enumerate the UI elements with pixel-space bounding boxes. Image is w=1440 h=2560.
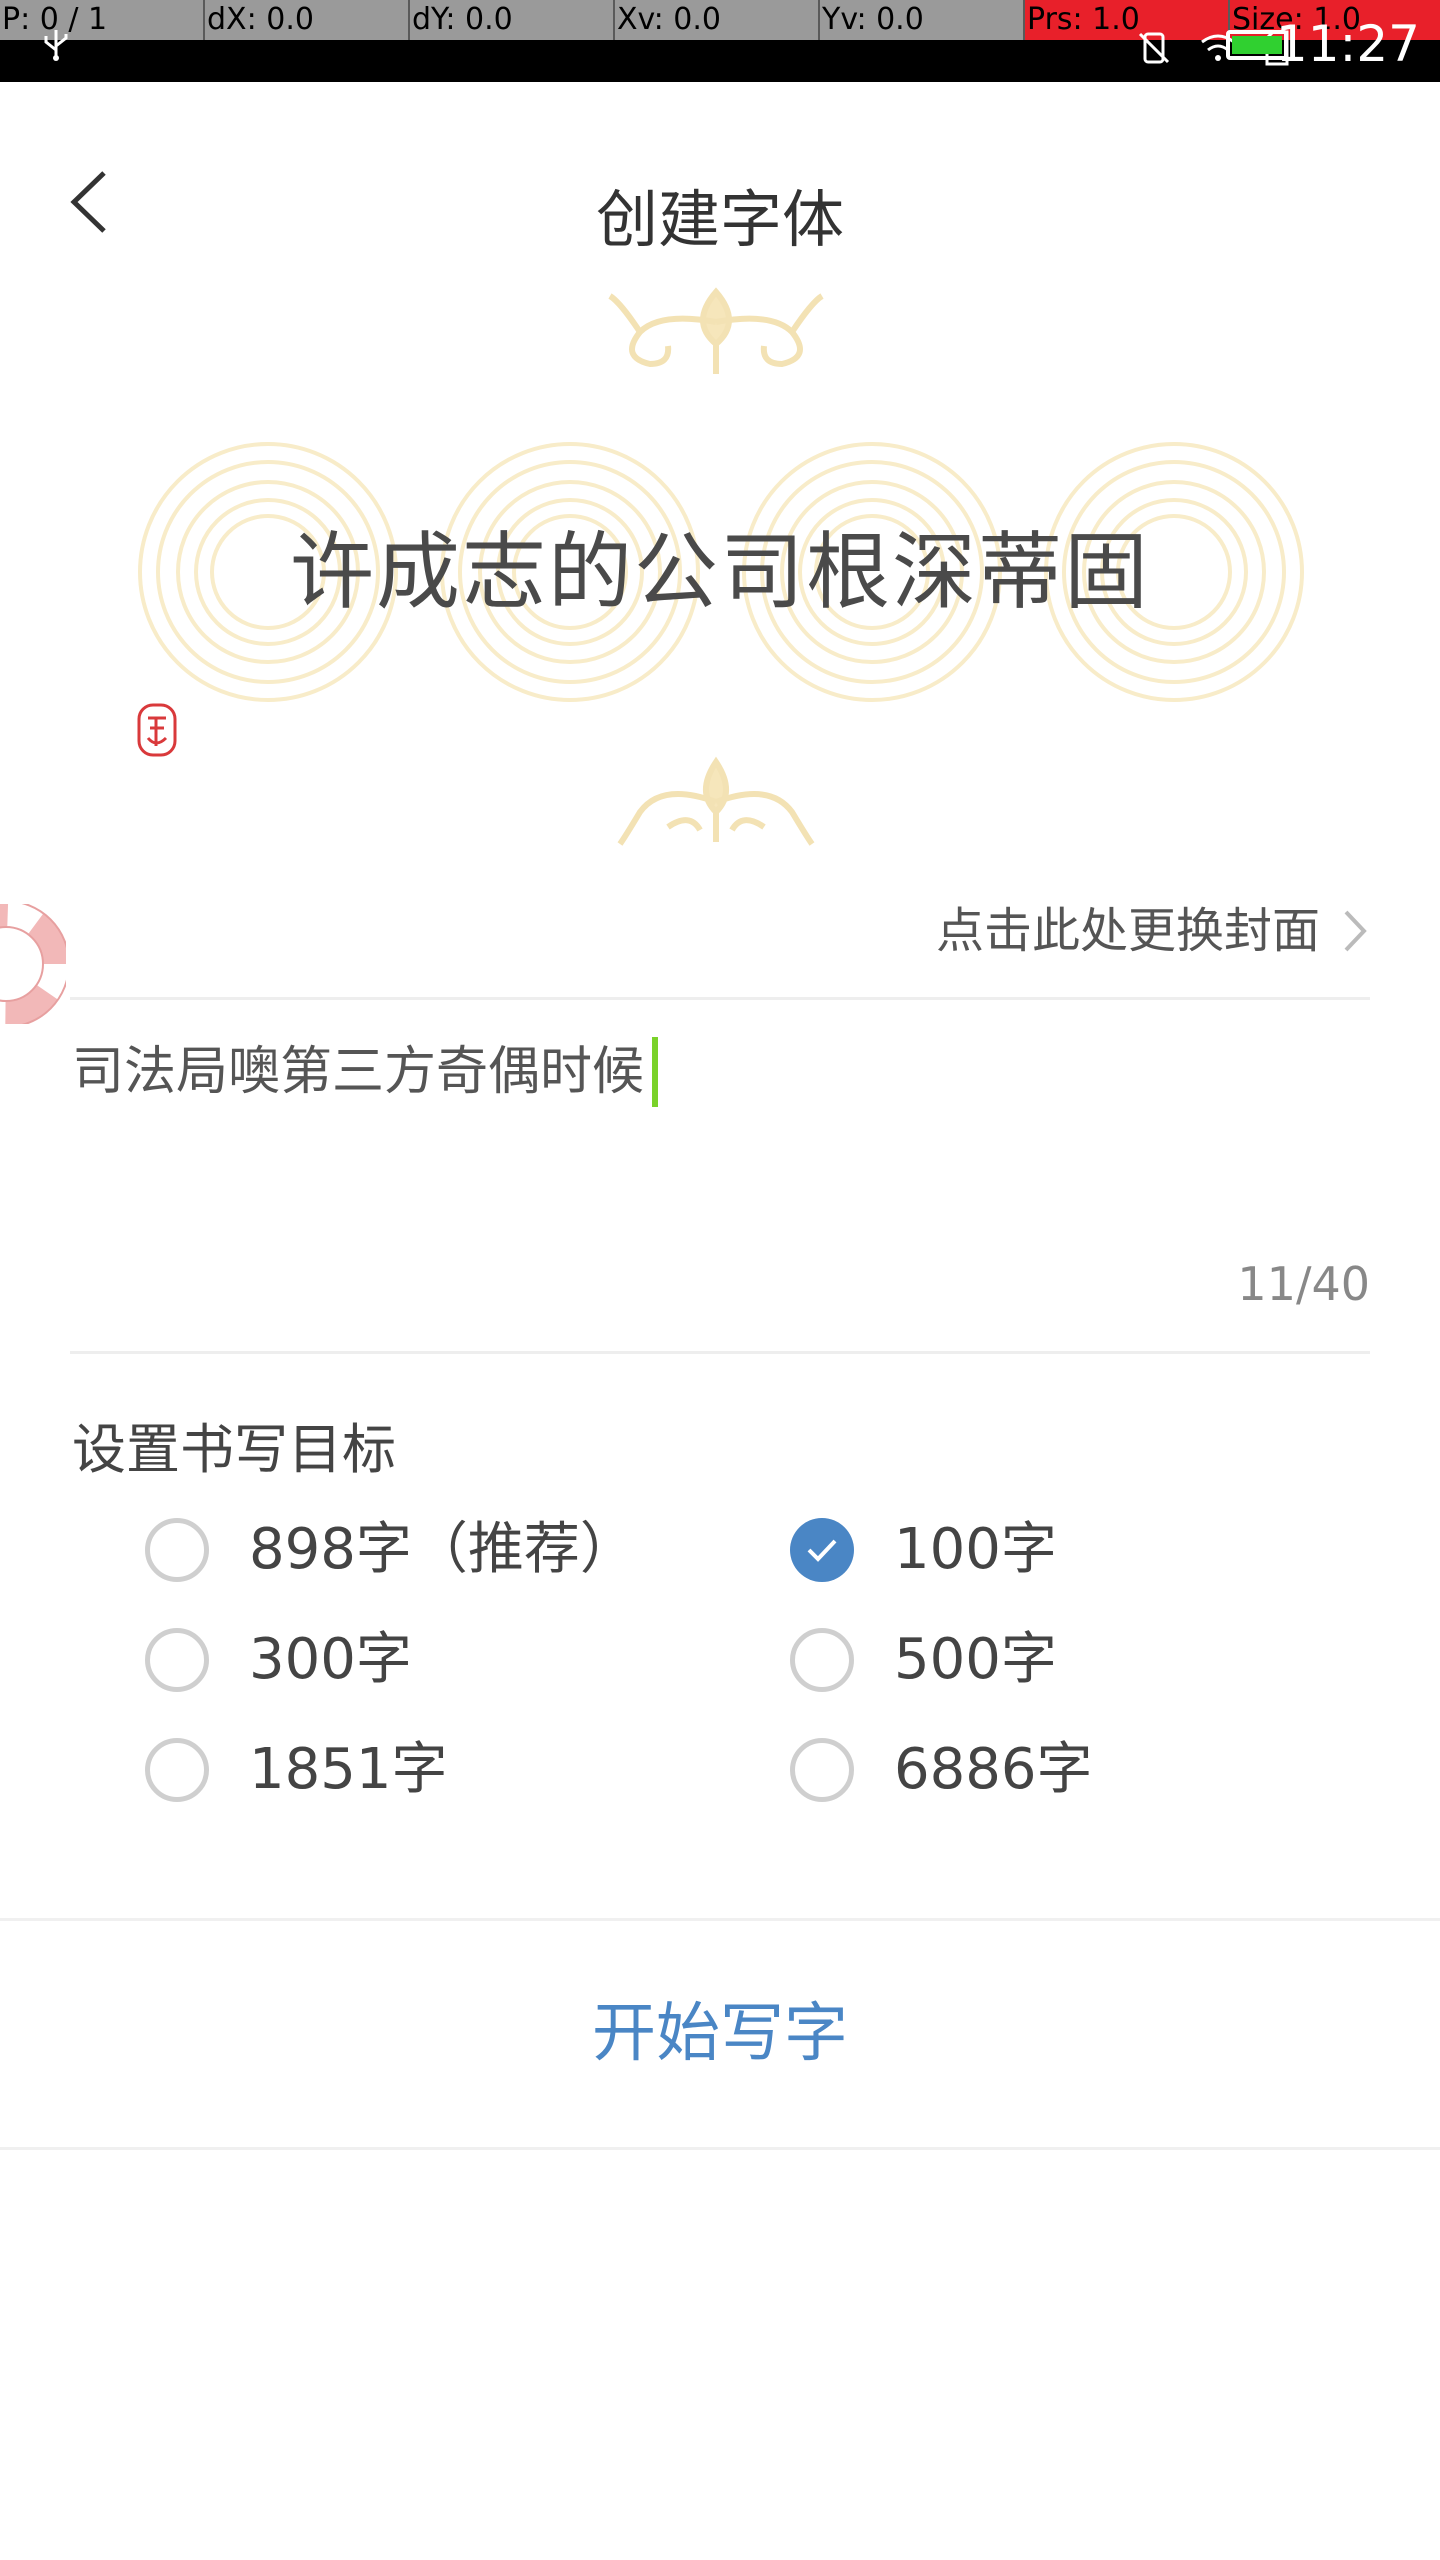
text-input-content: 司法局噢第三方奇偶时候	[72, 1042, 645, 1102]
goal-option-label: 300字	[249, 1627, 412, 1692]
lifebuoy-float-icon[interactable]	[0, 904, 66, 1024]
goal-option-500[interactable]: 500字	[790, 1620, 1057, 1700]
start-writing-button[interactable]: 开始写字	[592, 1989, 848, 2079]
goal-option-898[interactable]: 898字（推荐）	[145, 1510, 636, 1590]
radio-button[interactable]	[145, 1628, 209, 1692]
seal-stamp-icon	[137, 703, 177, 757]
goal-option-label: 100字	[894, 1517, 1057, 1582]
goal-options: 898字（推荐） 100字 300字 500字 1851字 6886字	[145, 1510, 1295, 1850]
radio-button[interactable]	[145, 1738, 209, 1802]
radio-button[interactable]	[790, 1738, 854, 1802]
usb-icon	[44, 30, 68, 61]
text-cursor	[652, 1037, 659, 1107]
goal-option-label: 898字（推荐）	[249, 1517, 636, 1582]
vibrate-icon	[1138, 32, 1170, 64]
status-bar: P: 0 / 1 dX: 0.0 dY: 0.0 Xv: 0.0 Yv: 0.0…	[0, 0, 1440, 82]
change-cover-label: 点击此处更换封面	[935, 903, 1320, 959]
status-clock: 11:27	[1275, 15, 1420, 73]
goal-option-6886[interactable]: 6886字	[790, 1730, 1093, 1810]
font-cover[interactable]: 许成志的公司根深蒂固	[0, 282, 1440, 852]
chevron-right-icon	[1344, 910, 1367, 952]
goal-option-100[interactable]: 100字	[790, 1510, 1057, 1590]
debug-dy: dY: 0.0	[410, 0, 615, 40]
start-writing-row[interactable]: 开始写字	[0, 1918, 1440, 2150]
checkmark-icon	[807, 1539, 837, 1562]
goal-option-label: 1851字	[249, 1737, 448, 1802]
app-header: 创建字体	[0, 82, 1440, 282]
goal-option-label: 500字	[894, 1627, 1057, 1692]
debug-xv: Xv: 0.0	[615, 0, 820, 40]
radio-button-checked[interactable]	[790, 1518, 854, 1582]
goal-section-title: 设置书写目标	[72, 1418, 396, 1481]
goal-option-300[interactable]: 300字	[145, 1620, 412, 1700]
character-counter: 11/40	[1237, 1257, 1370, 1311]
font-text-input[interactable]: 司法局噢第三方奇偶时候 11/40	[70, 1002, 1370, 1354]
change-cover-row[interactable]: 点击此处更换封面	[70, 870, 1370, 1000]
debug-yv: Yv: 0.0	[820, 0, 1025, 40]
goal-option-1851[interactable]: 1851字	[145, 1730, 448, 1810]
radio-button[interactable]	[145, 1518, 209, 1582]
cover-text: 许成志的公司根深蒂固	[289, 523, 1150, 621]
goal-option-label: 6886字	[894, 1737, 1093, 1802]
radio-button[interactable]	[790, 1628, 854, 1692]
debug-pointer-count: P: 0 / 1	[0, 0, 205, 40]
debug-dx: dX: 0.0	[205, 0, 410, 40]
text-input-value[interactable]: 司法局噢第三方奇偶时候	[72, 1032, 659, 1112]
page-title: 创建字体	[595, 183, 844, 256]
